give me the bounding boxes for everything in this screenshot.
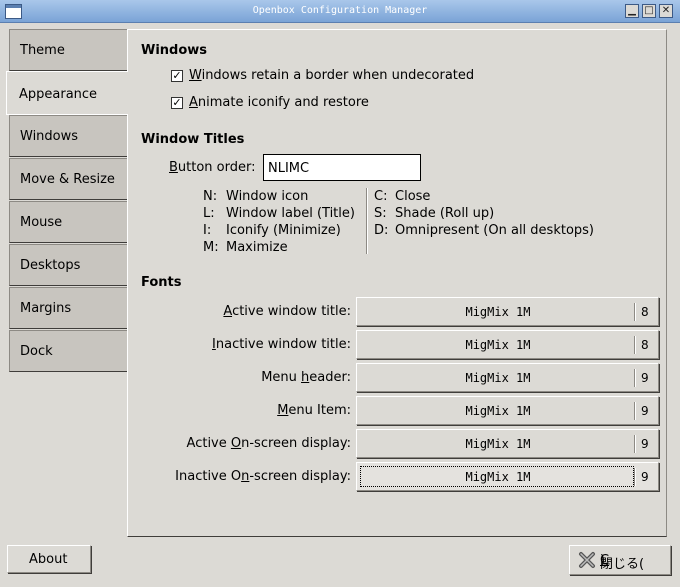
inactive-window-title-label: Inactive window title: xyxy=(212,337,351,352)
tab-label: Windows xyxy=(20,129,79,144)
minimize-button[interactable]: ▁ xyxy=(625,4,639,18)
font-separator xyxy=(634,435,636,453)
retain-border-checkbox-row[interactable]: ✓ Windows retain a border when undecorat… xyxy=(171,68,474,83)
tab-appearance[interactable]: Appearance xyxy=(6,71,128,115)
font-size: 8 xyxy=(641,338,649,352)
font-size: 8 xyxy=(641,305,649,319)
window-titles-heading: Window Titles xyxy=(141,132,245,147)
about-button[interactable]: About xyxy=(7,545,91,573)
inactive-osd-label: Inactive On-screen display: xyxy=(175,469,351,484)
font-separator xyxy=(634,336,636,354)
tab-label: Appearance xyxy=(19,87,98,102)
inactive-window-title-font-button[interactable]: MigMix 1M 8 xyxy=(356,330,659,359)
animate-iconify-checkbox-row[interactable]: ✓ Animate iconify and restore xyxy=(171,95,369,110)
active-window-title-label: Active window title: xyxy=(223,304,351,319)
active-osd-label: Active On-screen display: xyxy=(186,436,351,451)
retain-border-checkbox[interactable]: ✓ xyxy=(171,69,183,82)
font-separator xyxy=(634,303,636,321)
menu-header-label: Menu header: xyxy=(261,370,351,385)
close-icon xyxy=(578,551,596,569)
font-separator xyxy=(634,402,636,420)
legend-item: M: Maximize xyxy=(203,240,288,255)
animate-iconify-label: Animate iconify and restore xyxy=(189,95,369,110)
font-name: MigMix 1M xyxy=(465,470,531,484)
legend-item: D: Omnipresent (On all desktops) xyxy=(374,223,594,238)
maximize-button[interactable]: □ xyxy=(642,4,656,18)
menu-header-font-button[interactable]: MigMix 1M 9 xyxy=(356,363,659,392)
legend-item: C: Close xyxy=(374,189,431,204)
title-bar: Openbox Configuration Manager ▁ □ ✕ xyxy=(0,0,680,23)
tab-move-resize[interactable]: Move & Resize xyxy=(9,158,127,200)
font-name: MigMix 1M xyxy=(465,437,531,451)
fonts-heading: Fonts xyxy=(141,275,182,290)
tab-dock[interactable]: Dock xyxy=(9,330,127,372)
menu-item-label: Menu Item: xyxy=(277,403,351,418)
tab-label: Theme xyxy=(20,43,65,58)
windows-heading: Windows xyxy=(141,43,208,58)
font-name: MigMix 1M xyxy=(465,371,531,385)
active-osd-font-button[interactable]: MigMix 1M 9 xyxy=(356,429,659,458)
font-name: MigMix 1M xyxy=(465,305,531,319)
tab-label: Dock xyxy=(20,344,53,359)
font-separator xyxy=(634,369,636,387)
legend-item: I: Iconify (Minimize) xyxy=(203,223,341,238)
animate-iconify-checkbox[interactable]: ✓ xyxy=(171,96,183,109)
legend-item: N: Window icon xyxy=(203,189,309,204)
tab-desktops[interactable]: Desktops xyxy=(9,244,127,286)
font-name: MigMix 1M xyxy=(465,338,531,352)
inactive-osd-font-button[interactable]: MigMix 1M 9 xyxy=(356,462,659,491)
button-order-input[interactable]: NLIMC xyxy=(263,154,421,181)
font-separator xyxy=(634,468,636,486)
retain-border-label: Windows retain a border when undecorated xyxy=(189,68,475,83)
tab-label: Mouse xyxy=(20,215,63,230)
active-window-title-font-button[interactable]: MigMix 1M 8 xyxy=(356,297,659,326)
font-size: 9 xyxy=(641,404,649,418)
close-window-button[interactable]: ✕ xyxy=(659,4,673,18)
tab-label: Margins xyxy=(20,301,72,316)
window-title: Openbox Configuration Manager xyxy=(252,5,428,16)
tab-mouse[interactable]: Mouse xyxy=(9,201,127,243)
font-size: 9 xyxy=(641,470,649,484)
legend-item: S: Shade (Roll up) xyxy=(374,206,495,221)
font-size: 9 xyxy=(641,371,649,385)
legend-item: L: Window label (Title) xyxy=(203,206,355,221)
tab-label: Desktops xyxy=(20,258,81,273)
tab-label: Move & Resize xyxy=(20,172,115,187)
legend-divider xyxy=(366,188,368,254)
tab-windows[interactable]: Windows xyxy=(9,115,127,157)
tab-margins[interactable]: Margins xyxy=(9,287,127,329)
tab-theme[interactable]: Theme xyxy=(9,29,127,71)
close-button[interactable]: 閉じる(C) xyxy=(569,545,671,575)
font-name: MigMix 1M xyxy=(465,404,531,418)
font-size: 9 xyxy=(641,437,649,451)
button-order-label: Button order: xyxy=(169,160,256,175)
menu-item-font-button[interactable]: MigMix 1M 9 xyxy=(356,396,659,425)
about-label: About xyxy=(29,552,68,567)
